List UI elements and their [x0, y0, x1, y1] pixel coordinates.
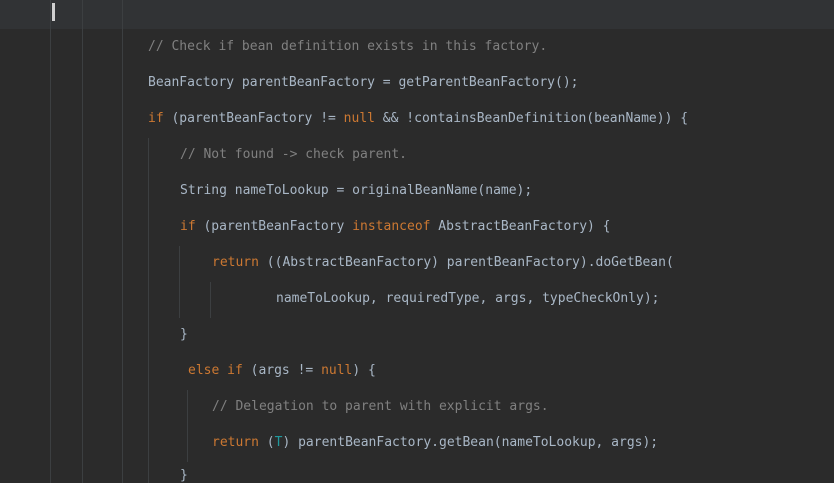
indent-guide [210, 282, 211, 318]
code-line-comment[interactable]: // Check if bean definition exists in th… [148, 37, 547, 57]
indent-guide [50, 0, 51, 483]
code-token: && !containsBeanDefinition(beanName)) { [374, 111, 689, 126]
text-caret [52, 3, 55, 21]
code-line[interactable]: } [180, 325, 188, 345]
code-token: AbstractBeanFactory) { [430, 219, 611, 234]
code-line[interactable]: if (parentBeanFactory instanceof Abstrac… [180, 217, 611, 237]
code-token: ((AbstractBeanFactory) parentBeanFactory… [258, 255, 674, 270]
keyword-token: if [227, 363, 243, 378]
code-token: ) { [352, 363, 376, 378]
code-line[interactable]: if (parentBeanFactory != null && !contai… [148, 109, 688, 129]
code-line[interactable]: return (T) parentBeanFactory.getBean(nam… [212, 433, 658, 453]
code-line[interactable]: return ((AbstractBeanFactory) parentBean… [212, 253, 674, 273]
code-token: (parentBeanFactory != [163, 111, 344, 126]
code-token: ) parentBeanFactory.getBean(nameToLookup… [282, 435, 659, 450]
code-line[interactable]: else if (args != null) { [188, 361, 376, 381]
indent-guide [187, 390, 188, 462]
code-line[interactable]: BeanFactory parentBeanFactory = getParen… [148, 73, 578, 93]
code-editor[interactable]: // Check if bean definition exists in th… [0, 0, 834, 483]
code-line[interactable]: String nameToLookup = originalBeanName(n… [180, 181, 532, 201]
code-line-comment[interactable]: // Not found -> check parent. [180, 145, 407, 165]
keyword-token: else [188, 363, 220, 378]
keyword-token: return [212, 255, 259, 270]
indent-guide [122, 0, 123, 483]
keyword-token: if [180, 219, 196, 234]
keyword-token: if [148, 111, 164, 126]
keyword-token: instanceof [352, 219, 431, 234]
keyword-token: null [321, 363, 353, 378]
code-line-comment[interactable]: // Delegation to parent with explicit ar… [212, 397, 549, 417]
keyword-token: null [343, 111, 375, 126]
code-token: (parentBeanFactory [195, 219, 353, 234]
code-token: (args != [242, 363, 322, 378]
keyword-token: return [212, 435, 259, 450]
code-line[interactable]: nameToLookup, requiredType, args, typeCh… [276, 289, 660, 309]
editor-top-band [0, 0, 834, 29]
code-line[interactable]: } [180, 466, 188, 483]
code-token: ( [258, 435, 275, 450]
indent-guide [148, 138, 149, 483]
indent-guide [82, 0, 83, 483]
indent-guide [179, 246, 180, 318]
